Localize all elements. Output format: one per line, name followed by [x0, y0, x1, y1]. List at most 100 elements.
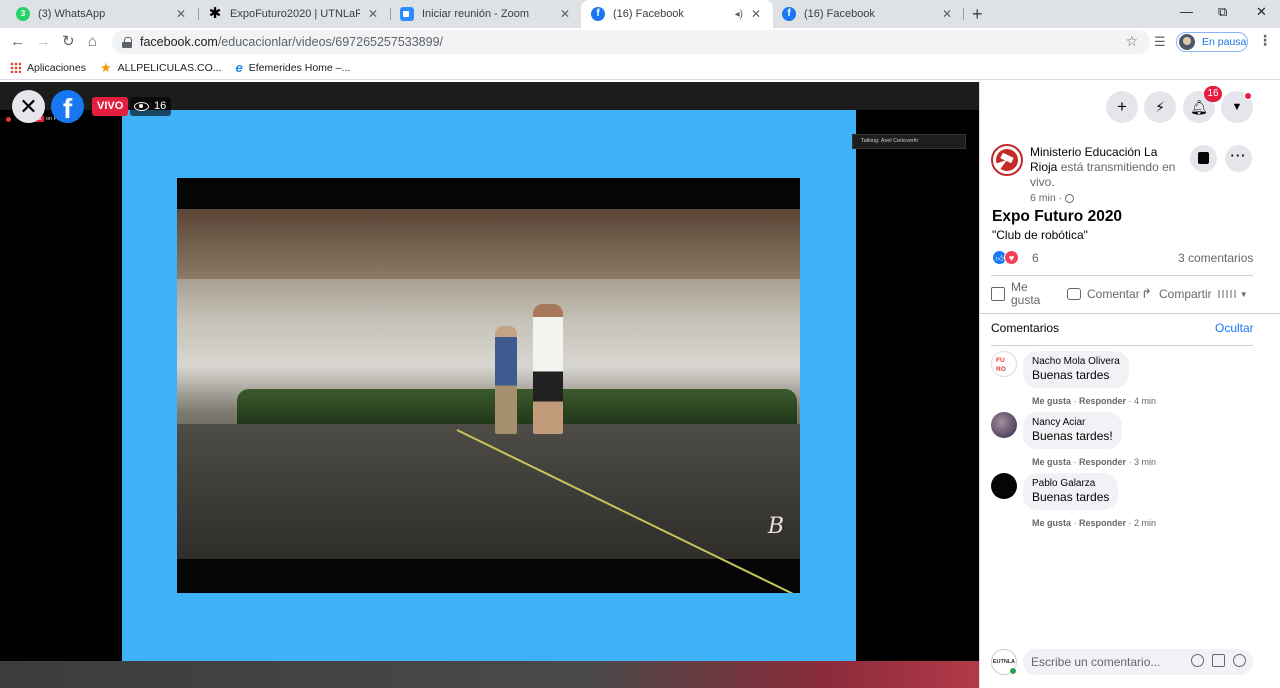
- video-watermark: B: [767, 514, 784, 539]
- post-title: Expo Futuro 2020: [992, 208, 1123, 225]
- messenger-button[interactable]: ⚡: [1144, 91, 1176, 123]
- like-button[interactable]: Me gusta: [991, 281, 1051, 307]
- browser-tab-strip: 3 (3) WhatsApp ✕ ✱ ExpoFuturo2020 | UTNL…: [0, 0, 1280, 28]
- bookmark-efemerides[interactable]: e Efemerides Home –...: [236, 60, 351, 75]
- close-tab-icon[interactable]: ✕: [366, 7, 380, 21]
- tab-label: (16) Facebook: [613, 8, 684, 20]
- new-tab-button[interactable]: +: [972, 4, 983, 25]
- browser-menu-icon[interactable]: ⋮: [1258, 32, 1272, 49]
- tab-facebook[interactable]: f (16) Facebook ✕: [772, 0, 964, 28]
- comment-meta: Me gusta · Responder · 2 min: [1032, 518, 1157, 528]
- close-tab-icon[interactable]: ✕: [174, 7, 188, 21]
- bookmark-star-icon[interactable]: ☆: [1125, 33, 1138, 50]
- record-dot-icon: [6, 116, 11, 122]
- hide-comments-link[interactable]: Ocultar: [1215, 321, 1254, 335]
- post-subtitle: "Club de robótica": [992, 228, 1088, 242]
- live-badge: VIVO: [92, 97, 129, 116]
- bookmark-label: Aplicaciones: [27, 61, 86, 74]
- avatar-text: RO: [996, 366, 1006, 373]
- comment-like-link[interactable]: Me gusta: [1032, 396, 1071, 406]
- tab-zoom[interactable]: Iniciar reunión - Zoom ✕: [390, 0, 582, 28]
- comment-like-link[interactable]: Me gusta: [1032, 518, 1071, 528]
- commenter-avatar[interactable]: [991, 412, 1017, 438]
- comment-composer: EUTNLA: [991, 649, 1253, 675]
- video-bottom-strip: [0, 661, 979, 688]
- apps-grid-icon: [10, 62, 21, 73]
- caret-down-icon: ▼: [1231, 101, 1243, 113]
- whatsapp-icon: 3: [16, 7, 30, 21]
- comment-bubble: Pablo Galarza Buenas tardes: [1023, 473, 1119, 510]
- comment-button[interactable]: Comentar: [1067, 287, 1140, 301]
- share-arrow-icon: ↱: [1141, 286, 1152, 301]
- create-button[interactable]: +: [1106, 91, 1138, 123]
- comment-reply-link[interactable]: Responder: [1079, 396, 1126, 406]
- reload-icon[interactable]: ↻: [62, 32, 75, 52]
- notifications-badge: 16: [1204, 86, 1222, 102]
- speaker-icon[interactable]: ◂): [735, 9, 743, 20]
- profile-status: En pausa: [1202, 36, 1247, 48]
- comment-author[interactable]: Pablo Galarza: [1032, 478, 1109, 489]
- bookmark-apps[interactable]: Aplicaciones: [10, 62, 86, 74]
- tab-facebook-active[interactable]: f (16) Facebook ◂) ✕: [581, 0, 773, 28]
- commenter-avatar[interactable]: FU RO: [991, 351, 1017, 377]
- share-audience-icon: [1217, 290, 1236, 298]
- comment-time[interactable]: 2 min: [1134, 518, 1156, 528]
- url-path: /educacionlar/videos/697265257533899/: [217, 35, 444, 49]
- close-window-button[interactable]: ✕: [1256, 4, 1267, 20]
- comment-reply-link[interactable]: Responder: [1079, 518, 1126, 528]
- address-bar[interactable]: facebook.com /educacionlar/videos/697265…: [112, 30, 1150, 54]
- person-figure: [533, 304, 563, 434]
- comment-author[interactable]: Nancy Aciar: [1032, 417, 1113, 428]
- comment-time[interactable]: 3 min: [1134, 457, 1156, 467]
- comment-bubble: Nancy Aciar Buenas tardes!: [1023, 412, 1122, 449]
- profile-avatar: [1179, 34, 1195, 50]
- save-post-button[interactable]: [1190, 145, 1217, 172]
- profile-button[interactable]: En pausa: [1176, 32, 1248, 52]
- close-video-button[interactable]: ✕: [12, 90, 45, 123]
- forward-arrow-icon[interactable]: →: [36, 32, 51, 52]
- close-tab-icon[interactable]: ✕: [940, 7, 954, 21]
- sticker-icon[interactable]: [1233, 654, 1246, 667]
- reading-list-icon[interactable]: ☰: [1154, 34, 1166, 50]
- back-arrow-icon[interactable]: ←: [10, 32, 25, 52]
- bookmarks-bar: Aplicaciones ★ ALLPELICULAS.CO... e Efem…: [0, 56, 1280, 80]
- more-options-icon[interactable]: ···: [1225, 145, 1252, 172]
- home-icon[interactable]: ⌂: [88, 32, 97, 52]
- bookmark-label: ALLPELICULAS.CO...: [117, 61, 222, 74]
- post-timestamp[interactable]: 6 min ·: [1030, 192, 1062, 204]
- viewer-count: 16: [154, 100, 167, 112]
- tab-whatsapp[interactable]: 3 (3) WhatsApp ✕: [6, 0, 198, 28]
- facebook-icon: f: [591, 7, 605, 21]
- divider: [979, 313, 1280, 314]
- facebook-logo-icon[interactable]: f: [51, 90, 84, 123]
- comment-reply-link[interactable]: Responder: [1079, 457, 1126, 467]
- share-button[interactable]: ↱ Compartir ▼: [1141, 287, 1248, 301]
- bell-icon: 🔔︎: [1190, 98, 1208, 115]
- love-reaction-icon: ♥: [1004, 250, 1019, 265]
- bookmark-allpeliculas[interactable]: ★ ALLPELICULAS.CO...: [100, 60, 222, 76]
- restore-button[interactable]: ⧉: [1218, 4, 1227, 20]
- close-tab-icon[interactable]: ✕: [558, 7, 572, 21]
- comment-like-link[interactable]: Me gusta: [1032, 457, 1071, 467]
- comment-bubble: Nacho Mola Olivera Buenas tardes: [1023, 351, 1129, 388]
- minimize-button[interactable]: —: [1180, 4, 1193, 19]
- page-avatar[interactable]: [991, 144, 1023, 176]
- gif-icon[interactable]: [1212, 654, 1225, 667]
- comment-text: Buenas tardes: [1032, 490, 1110, 504]
- comment-author[interactable]: Nacho Mola Olivera: [1032, 356, 1120, 367]
- emoji-icon[interactable]: [1191, 654, 1204, 667]
- comment-count-link[interactable]: 3 comentarios: [1178, 251, 1253, 265]
- lock-icon: [122, 36, 132, 48]
- comment-time[interactable]: 4 min: [1134, 396, 1156, 406]
- close-tab-icon[interactable]: ✕: [749, 7, 763, 21]
- zoom-icon: [400, 7, 414, 21]
- browser-toolbar: ← → ↻ ⌂ facebook.com /educacionlar/video…: [0, 28, 1280, 56]
- tab-expofuturo[interactable]: ✱ ExpoFuturo2020 | UTNLaRioja ✕: [198, 0, 390, 28]
- reaction-summary[interactable]: 👍︎ ♥ 6: [992, 250, 1039, 265]
- commenter-avatar[interactable]: [991, 473, 1017, 499]
- reaction-count: 6: [1032, 250, 1039, 265]
- edge-e-icon: e: [235, 60, 243, 75]
- comment-text: Buenas tardes: [1032, 368, 1110, 382]
- video-player[interactable]: LIVE on Facebook B Talking: Axel Ceriove…: [0, 82, 979, 688]
- composer-icons: [1183, 654, 1246, 667]
